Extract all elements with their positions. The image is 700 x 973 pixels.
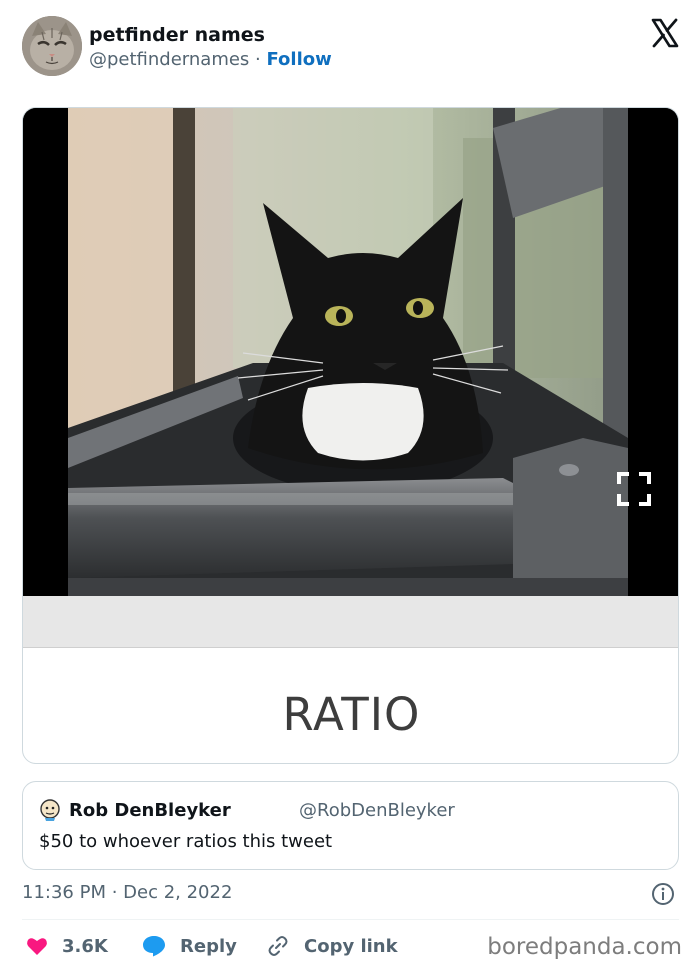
display-name[interactable]: petfinder names <box>89 24 265 46</box>
handle-line: @petfindernames · Follow <box>89 49 332 70</box>
reply-button[interactable]: Reply <box>142 932 237 960</box>
quoted-name: Rob DenBleyker <box>69 800 231 821</box>
x-logo-icon[interactable] <box>650 18 680 48</box>
separator: · <box>249 49 267 70</box>
follow-button[interactable]: Follow <box>266 49 331 70</box>
expand-icon[interactable] <box>615 470 653 508</box>
copy-link-button[interactable]: Copy link <box>266 932 398 960</box>
divider <box>22 919 679 920</box>
quoted-handle: @RobDenBleyker <box>299 800 455 821</box>
avatar[interactable] <box>22 16 82 76</box>
heart-icon <box>27 938 47 955</box>
reply-label: Reply <box>180 935 237 957</box>
meme-gray-band <box>23 596 678 648</box>
handle[interactable]: @petfindernames <box>89 49 249 70</box>
info-icon[interactable] <box>651 882 675 906</box>
media-caption: RATIO <box>282 688 421 741</box>
quoted-tweet[interactable]: Rob DenBleyker @RobDenBleyker $50 to who… <box>22 781 679 870</box>
quoted-avatar[interactable] <box>39 799 61 821</box>
tweet-header: petfinder names @petfindernames · Follow <box>22 14 682 78</box>
like-button[interactable]: 3.6K <box>26 932 108 960</box>
quoted-text: $50 to whoever ratios this tweet <box>39 831 333 852</box>
like-count: 3.6K <box>62 935 108 957</box>
link-icon <box>268 936 288 956</box>
cat-photo[interactable] <box>23 108 678 596</box>
media-card[interactable]: RATIO <box>22 107 679 764</box>
watermark: boredpanda.com <box>487 934 682 960</box>
copy-link-label: Copy link <box>304 935 398 957</box>
timestamp[interactable]: 11:36 PM · Dec 2, 2022 <box>22 882 232 903</box>
reply-bubble-icon <box>143 936 165 957</box>
